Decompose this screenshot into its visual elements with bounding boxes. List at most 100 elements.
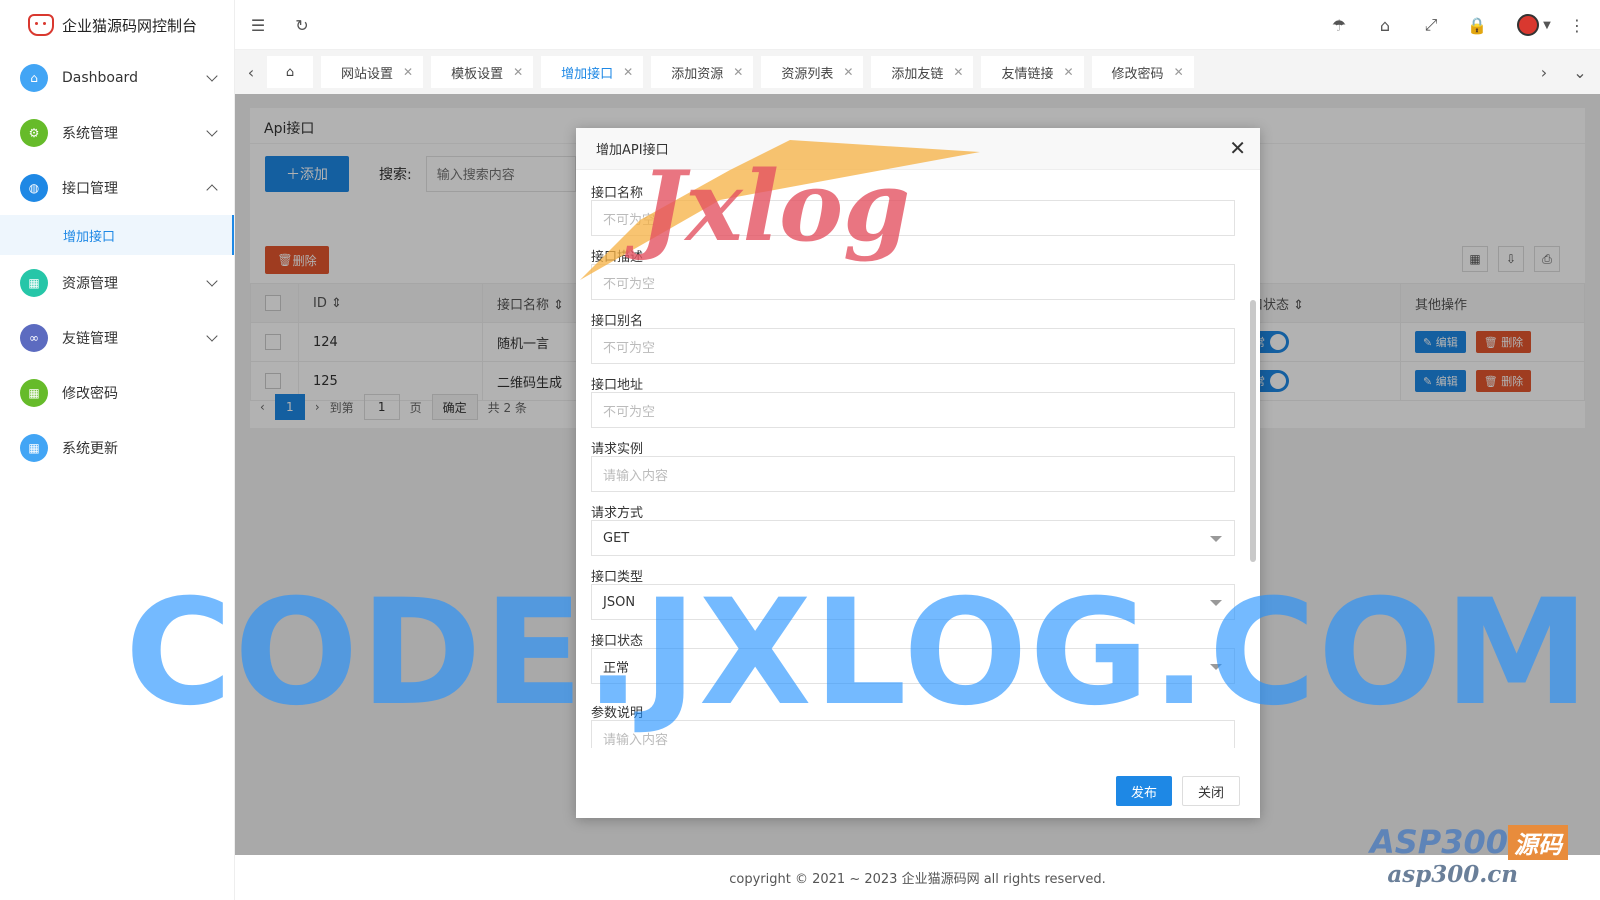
- field-label: 接口类型: [591, 570, 644, 585]
- chevron-down-icon: [206, 275, 218, 287]
- text-input[interactable]: 不可为空: [591, 200, 1235, 236]
- tab[interactable]: 网站设置 ✕: [321, 56, 424, 88]
- sidebar-subitem-add-api[interactable]: 增加接口: [0, 215, 234, 255]
- sidebar-item-label: 资源管理: [62, 275, 118, 292]
- user-avatar[interactable]: ▼: [1514, 12, 1554, 38]
- tab[interactable]: 友情链接 ✕: [981, 56, 1084, 88]
- sidebar-item[interactable]: ▦ 资源管理: [0, 255, 234, 310]
- sidebar-item[interactable]: ⚙ 系统管理: [0, 105, 234, 160]
- text-input[interactable]: 不可为空: [591, 264, 1235, 300]
- select-dropdown[interactable]: GET: [591, 520, 1235, 556]
- sidebar-item[interactable]: ◍ 接口管理: [0, 160, 234, 215]
- field-label: 接口描述: [591, 250, 644, 265]
- field-label: 接口状态: [591, 634, 644, 649]
- select-dropdown[interactable]: JSON: [591, 584, 1235, 620]
- tabs-menu-chevron-down-icon[interactable]: ⌄: [1560, 50, 1600, 94]
- field-label: 接口别名: [591, 314, 644, 329]
- sidebar-item-label: 系统更新: [62, 440, 118, 457]
- tab-label: 修改密码: [1111, 66, 1164, 82]
- tab[interactable]: 模板设置 ✕: [431, 56, 534, 88]
- link-icon: ∞: [20, 323, 48, 352]
- form-field: 请求方式 GET: [591, 502, 1235, 556]
- sidebar-item-label: Dashboard: [62, 69, 138, 86]
- close-icon[interactable]: ✕: [1063, 65, 1073, 79]
- top-header: ☰ ↻ ☂ ⌂ ⤢ 🔒 ▼ ⋮: [235, 0, 1600, 50]
- form-field: 接口别名 不可为空: [591, 310, 1235, 364]
- tab[interactable]: 修改密码 ✕: [1091, 56, 1194, 88]
- sidebar-item[interactable]: ▦ 系统更新: [0, 420, 234, 475]
- tab-label: 模板设置: [451, 66, 504, 82]
- modal-title: 增加API接口: [576, 128, 1260, 170]
- tab[interactable]: 资源列表 ✕: [761, 56, 864, 88]
- close-icon[interactable]: ✕: [623, 65, 633, 79]
- lock-icon[interactable]: 🔒: [1464, 12, 1490, 38]
- tab-list: 网站设置 ✕ 模板设置 ✕ 增加接口 ✕ 添加资源 ✕ 资源列表 ✕ 添加友链 ✕ 友情链接 ✕ 修改密码 ✕: [321, 56, 1202, 88]
- close-icon[interactable]: ✕: [1229, 138, 1246, 158]
- text-input[interactable]: 不可为空: [591, 328, 1235, 364]
- params-textarea[interactable]: 请输入内容: [591, 720, 1235, 748]
- home-icon: ⌂: [285, 64, 295, 80]
- close-button[interactable]: 关闭: [1181, 776, 1240, 806]
- tab-label: 友情链接: [1001, 66, 1054, 82]
- tab[interactable]: 添加友链 ✕: [871, 56, 974, 88]
- sidebar-item[interactable]: ∞ 友链管理: [0, 310, 234, 365]
- globe-icon: ◍: [20, 173, 48, 202]
- form-field: 请求实例 请输入内容: [591, 438, 1235, 492]
- field-label: 参数说明: [591, 706, 644, 721]
- clear-cache-icon[interactable]: ☂: [1326, 12, 1352, 38]
- sidebar-item[interactable]: ⌂ Dashboard: [0, 50, 234, 105]
- footer: copyright © 2021 ~ 2023 企业猫源码网 all right…: [235, 855, 1600, 900]
- publish-button[interactable]: 发布: [1115, 776, 1172, 806]
- app-title: 企业猫源码网控制台: [62, 16, 198, 35]
- form-field: 接口地址 不可为空: [591, 374, 1235, 428]
- chevron-up-icon: [206, 184, 218, 196]
- modal-scrollbar[interactable]: [1250, 300, 1256, 562]
- sidebar-item[interactable]: ▦ 修改密码: [0, 365, 234, 420]
- chevron-down-icon: [206, 125, 218, 137]
- form-field: 接口状态 正常: [591, 630, 1235, 684]
- close-icon[interactable]: ✕: [513, 65, 523, 79]
- field-label: 接口地址: [591, 378, 644, 393]
- tab-label: 网站设置: [341, 66, 394, 82]
- app-logo[interactable]: 企业猫源码网控制台: [0, 0, 234, 50]
- select-dropdown[interactable]: 正常: [591, 648, 1235, 684]
- fullscreen-icon[interactable]: ⤢: [1418, 12, 1444, 38]
- tab-label: 增加接口: [561, 66, 614, 82]
- close-icon[interactable]: ✕: [1174, 65, 1184, 79]
- field-label: 接口名称: [591, 186, 644, 201]
- collapse-menu-icon[interactable]: ☰: [245, 12, 271, 38]
- text-input[interactable]: 不可为空: [591, 392, 1235, 428]
- close-icon[interactable]: ✕: [403, 65, 413, 79]
- sidebar-item-label: 接口管理: [62, 180, 118, 197]
- sidebar-item-label: 系统管理: [62, 125, 118, 142]
- sidebar-item-label: 友链管理: [62, 330, 118, 347]
- close-icon[interactable]: ✕: [843, 65, 853, 79]
- text-input[interactable]: 请输入内容: [591, 456, 1235, 492]
- field-label: 请求方式: [591, 506, 644, 521]
- close-icon[interactable]: ✕: [953, 65, 963, 79]
- gear-icon: ⚙: [20, 118, 48, 147]
- tabs-scroll-right-icon[interactable]: ›: [1528, 50, 1560, 94]
- field-label: 请求实例: [591, 442, 644, 457]
- sidebar-item-label: 修改密码: [62, 385, 118, 402]
- close-icon[interactable]: ✕: [733, 65, 743, 79]
- sidebar-menu: ⌂ Dashboard ⚙ 系统管理 ◍ 接口管理 增加接口 ▦ 资源管理 ∞ 友…: [0, 50, 234, 475]
- grid-icon: ▦: [20, 378, 48, 407]
- form-field: 接口描述 不可为空: [591, 246, 1235, 300]
- tag-icon[interactable]: ⌂: [1372, 12, 1398, 38]
- tab-label: 资源列表: [781, 66, 834, 82]
- tab-label: 添加友链: [891, 66, 944, 82]
- grid-icon: ▦: [20, 268, 48, 297]
- refresh-icon[interactable]: ↻: [289, 12, 315, 38]
- chevron-down-icon: [206, 70, 218, 82]
- tab[interactable]: 增加接口 ✕: [541, 56, 644, 88]
- cat-logo-icon: [28, 14, 54, 36]
- form-field: 接口类型 JSON: [591, 566, 1235, 620]
- more-menu-icon[interactable]: ⋮: [1564, 12, 1590, 38]
- modal-footer: 发布 关闭: [1115, 776, 1240, 806]
- tab-label: 添加资源: [671, 66, 724, 82]
- tab-home[interactable]: ⌂: [267, 56, 313, 88]
- add-api-modal: 增加API接口 ✕ 接口名称 不可为空 接口描述 不可为空 接口别名 不可为空 接口地…: [576, 128, 1260, 818]
- tabs-scroll-left-icon[interactable]: ‹: [235, 50, 267, 94]
- tab[interactable]: 添加资源 ✕: [651, 56, 754, 88]
